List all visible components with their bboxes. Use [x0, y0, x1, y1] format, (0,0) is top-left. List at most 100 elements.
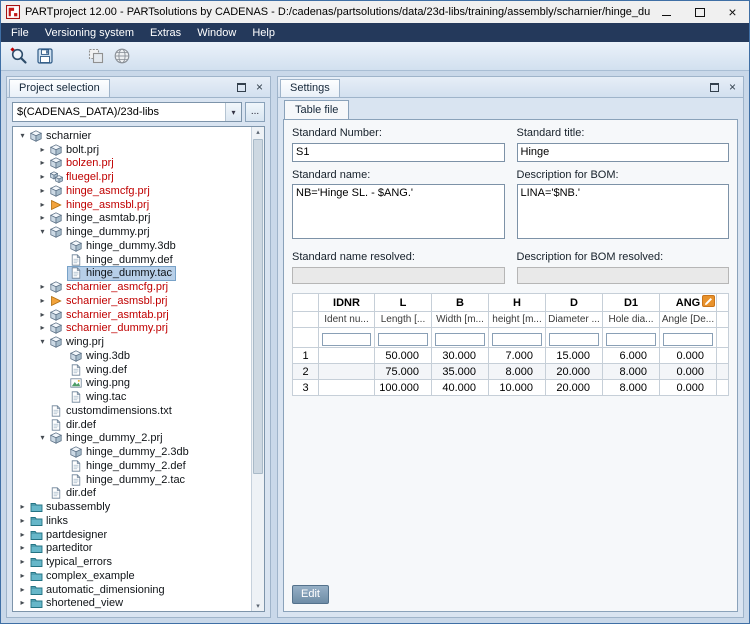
tree-item-hinge-dummy-2-prj[interactable]: ▾hinge_dummy_2.prj: [13, 432, 252, 446]
tree-item-wing-png[interactable]: wing.png: [13, 377, 252, 391]
column-header-h[interactable]: H: [489, 294, 546, 312]
chevron-collapsed-icon[interactable]: ▸: [37, 159, 48, 167]
minimize-button[interactable]: [650, 1, 683, 23]
chevron-collapsed-icon[interactable]: ▸: [17, 517, 28, 525]
chevron-expanded-icon[interactable]: ▾: [37, 434, 48, 442]
tree-item-scharnier-dummy-prj[interactable]: ▸scharnier_dummy.prj: [13, 322, 252, 336]
cell-ang-1[interactable]: 0.000: [660, 348, 717, 364]
table-row-2[interactable]: 275.00035.0008.00020.0008.0000.000: [293, 364, 729, 380]
filter-input-ang[interactable]: [663, 333, 713, 346]
cell-idnr-1[interactable]: [319, 348, 375, 364]
column-header-ang[interactable]: ANG: [660, 294, 717, 312]
column-header-b[interactable]: B: [432, 294, 489, 312]
titlebar[interactable]: PARTproject 12.00 - PARTsolutions by CAD…: [1, 1, 749, 23]
tree-item-customdimensions-txt[interactable]: customdimensions.txt: [13, 404, 252, 418]
search-button[interactable]: [7, 44, 31, 68]
tree-item-links[interactable]: ▸links: [13, 514, 252, 528]
chevron-collapsed-icon[interactable]: ▸: [17, 558, 28, 566]
scroll-down-icon[interactable]: ▾: [252, 602, 264, 610]
tree-item-scharnier-asmcfg-prj[interactable]: ▸scharnier_asmcfg.prj: [13, 280, 252, 294]
row-number[interactable]: 2: [293, 364, 319, 380]
cell-b-2[interactable]: 35.000: [432, 364, 489, 380]
standard-title-field[interactable]: [517, 143, 730, 162]
filter-input-b[interactable]: [435, 333, 485, 346]
cell-idnr-3[interactable]: [319, 380, 375, 396]
tree-item-hinge-dummy-2-3db[interactable]: hinge_dummy_2.3db: [13, 445, 252, 459]
column-header-idnr[interactable]: IDNR: [319, 294, 375, 312]
tree-item-wing-prj[interactable]: ▾wing.prj: [13, 335, 252, 349]
filter-input-l[interactable]: [378, 333, 428, 346]
chevron-collapsed-icon[interactable]: ▸: [17, 503, 28, 511]
edit-button[interactable]: Edit: [292, 585, 329, 604]
close-panel-button[interactable]: ×: [253, 81, 266, 94]
standard-number-field[interactable]: [292, 143, 505, 162]
tree-item-hinge-dummy-tac[interactable]: hinge_dummy.tac: [13, 267, 252, 281]
chevron-expanded-icon[interactable]: ▾: [37, 338, 48, 346]
table-row-3[interactable]: 3100.00040.00010.00020.0008.0000.000: [293, 380, 729, 396]
tree-item-partdesigner[interactable]: ▸partdesigner: [13, 528, 252, 542]
chevron-collapsed-icon[interactable]: ▸: [17, 531, 28, 539]
tab-table-file[interactable]: Table file: [284, 100, 349, 119]
row-number[interactable]: 1: [293, 348, 319, 364]
column-header-d[interactable]: D: [546, 294, 603, 312]
cell-d-3[interactable]: 20.000: [546, 380, 603, 396]
tree-item-typical-errors[interactable]: ▸typical_errors: [13, 555, 252, 569]
cell-d1-2[interactable]: 8.000: [603, 364, 660, 380]
chevron-collapsed-icon[interactable]: ▸: [17, 599, 28, 607]
tree-item-wing-def[interactable]: wing.def: [13, 363, 252, 377]
close-button[interactable]: ×: [716, 1, 749, 23]
tree-item-wing-3db[interactable]: wing.3db: [13, 349, 252, 363]
tree-item-subassembly[interactable]: ▸subassembly: [13, 500, 252, 514]
tree-item-dir-def[interactable]: dir.def: [13, 418, 252, 432]
tree-item-dir-def[interactable]: dir.def: [13, 487, 252, 501]
cell-ang-2[interactable]: 0.000: [660, 364, 717, 380]
float-panel-button[interactable]: [235, 81, 248, 94]
menu-item-window[interactable]: Window: [189, 23, 244, 42]
tree-item-hinge-asmcfg-prj[interactable]: ▸hinge_asmcfg.prj: [13, 184, 252, 198]
cell-d-1[interactable]: 15.000: [546, 348, 603, 364]
cell-b-1[interactable]: 30.000: [432, 348, 489, 364]
tree-item-hinge-asmtab-prj[interactable]: ▸hinge_asmtab.prj: [13, 212, 252, 226]
chevron-collapsed-icon[interactable]: ▸: [37, 324, 48, 332]
column-header-l[interactable]: L: [375, 294, 432, 312]
tree-item-hinge-dummy-3db[interactable]: hinge_dummy.3db: [13, 239, 252, 253]
tree-item-hinge-dummy-2-tac[interactable]: hinge_dummy_2.tac: [13, 473, 252, 487]
browse-button[interactable]: ...: [245, 102, 265, 122]
row-number[interactable]: 3: [293, 380, 319, 396]
filter-input-d1[interactable]: [606, 333, 656, 346]
path-combobox[interactable]: $(CADENAS_DATA)/23d-libs ▾: [12, 102, 242, 122]
cell-h-2[interactable]: 8.000: [489, 364, 546, 380]
scrollbar-thumb[interactable]: [253, 139, 263, 474]
menu-item-help[interactable]: Help: [244, 23, 283, 42]
chevron-collapsed-icon[interactable]: ▸: [37, 283, 48, 291]
cell-d1-1[interactable]: 6.000: [603, 348, 660, 364]
edit-pencil-icon[interactable]: [702, 295, 715, 307]
cell-idnr-2[interactable]: [319, 364, 375, 380]
tree-item-fluegel-prj[interactable]: ▸fluegel.prj: [13, 170, 252, 184]
cell-d1-3[interactable]: 8.000: [603, 380, 660, 396]
chevron-collapsed-icon[interactable]: ▸: [17, 586, 28, 594]
cell-h-1[interactable]: 7.000: [489, 348, 546, 364]
bom-description-field[interactable]: LINA='$NB.': [517, 184, 730, 239]
tree-item-wing-tac[interactable]: wing.tac: [13, 390, 252, 404]
tree-item-shortened-view[interactable]: ▸shortened_view: [13, 597, 252, 611]
cell-b-3[interactable]: 40.000: [432, 380, 489, 396]
tree-item-parteditor[interactable]: ▸parteditor: [13, 542, 252, 556]
tree-item-scharnier-asmtab-prj[interactable]: ▸scharnier_asmtab.prj: [13, 308, 252, 322]
chevron-collapsed-icon[interactable]: ▸: [37, 187, 48, 195]
tree-item-automatic-dimensioning[interactable]: ▸automatic_dimensioning: [13, 583, 252, 597]
float-panel-button[interactable]: [708, 81, 721, 94]
close-panel-button[interactable]: ×: [726, 81, 739, 94]
cell-d-2[interactable]: 20.000: [546, 364, 603, 380]
tree-item-scharnier-asmsbl-prj[interactable]: ▸scharnier_asmsbl.prj: [13, 294, 252, 308]
tree-item-complex-example[interactable]: ▸complex_example: [13, 569, 252, 583]
menu-item-extras[interactable]: Extras: [142, 23, 189, 42]
filter-input-h[interactable]: [492, 333, 542, 346]
chevron-collapsed-icon[interactable]: ▸: [37, 311, 48, 319]
table-row-1[interactable]: 150.00030.0007.00015.0006.0000.000: [293, 348, 729, 364]
chevron-collapsed-icon[interactable]: ▸: [37, 146, 48, 154]
scroll-up-icon[interactable]: ▴: [252, 128, 264, 136]
cell-ang-3[interactable]: 0.000: [660, 380, 717, 396]
chevron-expanded-icon[interactable]: ▾: [37, 228, 48, 236]
tree-item-scharnier[interactable]: ▾scharnier: [13, 129, 252, 143]
